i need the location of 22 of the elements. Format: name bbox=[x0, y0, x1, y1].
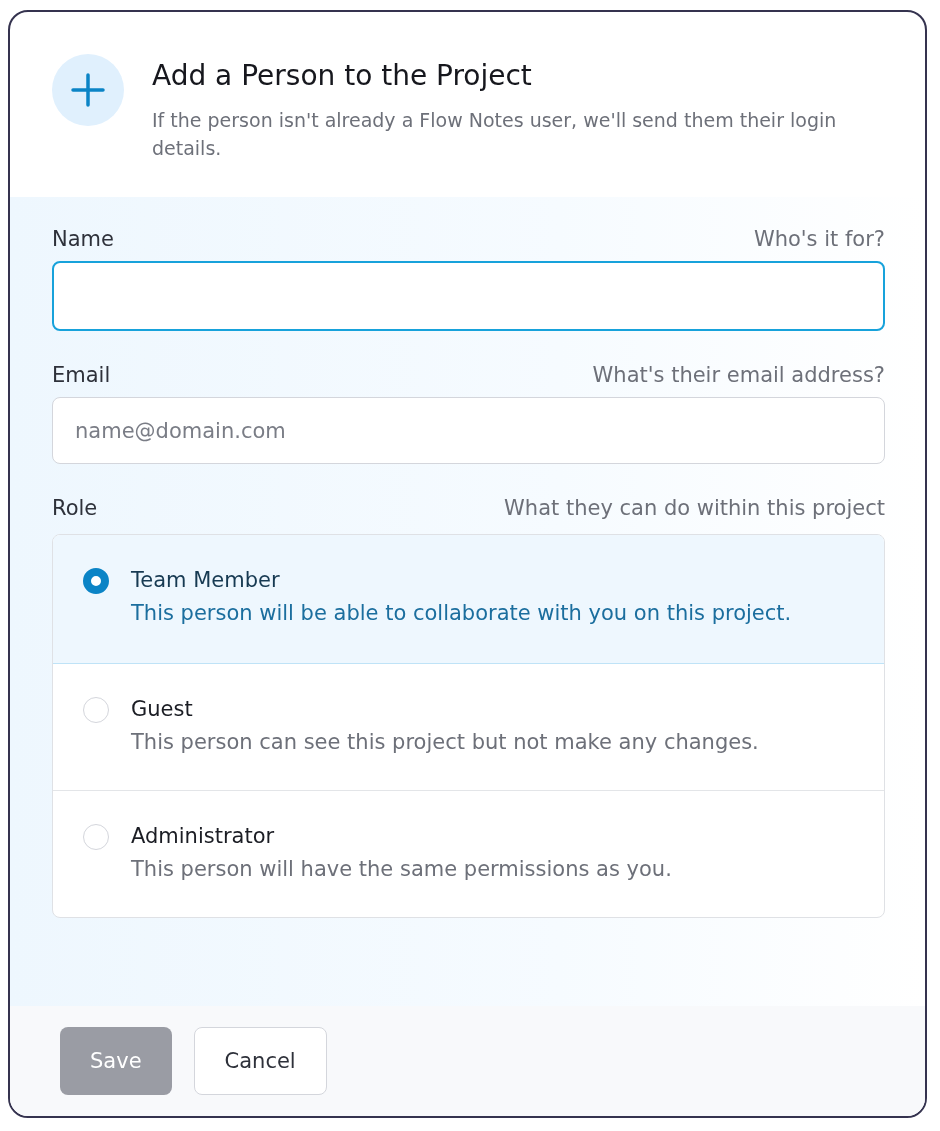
option-description: This person will have the same permissions as you. bbox=[131, 856, 672, 883]
dialog-title: Add a Person to the Project bbox=[152, 58, 533, 94]
radio-button[interactable] bbox=[83, 568, 109, 594]
option-title: Team Member bbox=[131, 567, 281, 594]
option-title: Administrator bbox=[131, 823, 276, 850]
role-option[interactable]: Team Member This person will be able to collaborate with you on this project. bbox=[53, 535, 884, 664]
input-field[interactable] bbox=[52, 261, 885, 331]
option-description: This person can see this project but not make any changes. bbox=[131, 729, 759, 756]
field-hint: What's their email address? bbox=[592, 363, 885, 387]
option-title: Guest bbox=[131, 696, 194, 723]
field-hint: What they can do within this project bbox=[504, 496, 885, 520]
plus-icon bbox=[52, 54, 124, 126]
input-field[interactable]: name@domain.com bbox=[52, 397, 885, 464]
role-option[interactable]: Administrator This person will have the same permissions as you. bbox=[53, 790, 884, 917]
field-hint: Who's it for? bbox=[753, 227, 885, 251]
dialog-subtitle: If the person isn't already a Flow Notes user, we'll send them their login details. bbox=[152, 108, 838, 161]
option-description: This person will be able to collaborate with you on this project. bbox=[131, 600, 792, 627]
field-label: Role bbox=[52, 496, 98, 520]
field-label: Name bbox=[52, 227, 114, 251]
field-label: Email bbox=[52, 363, 111, 387]
role-option[interactable]: Guest This person can see this project but not make any changes. bbox=[53, 664, 884, 790]
cancel-button[interactable]: Cancel bbox=[193, 1027, 327, 1095]
